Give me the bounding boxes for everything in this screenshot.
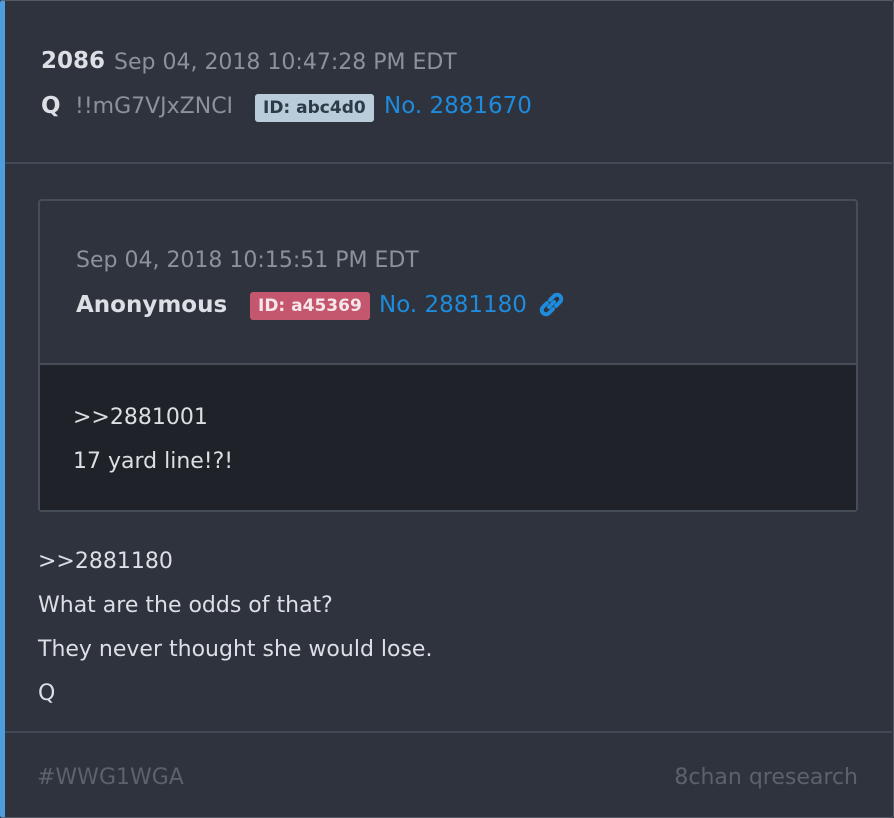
reply-ref[interactable]: >>2881180 (38, 549, 173, 574)
message-signature: Q (38, 681, 56, 706)
quoted-timestamp: Sep 04, 2018 10:15:51 PM EDT (76, 248, 419, 273)
q-post-card: 2086 Sep 04, 2018 10:47:28 PM EDT Q !!mG… (0, 0, 894, 818)
chain-link-icon[interactable] (536, 289, 566, 319)
quoted-text-line: 17 yard line!?! (73, 449, 234, 474)
quoted-post: Sep 04, 2018 10:15:51 PM EDT Anonymous I… (38, 199, 858, 512)
post-number-link[interactable]: No. 2881670 (384, 93, 532, 119)
post-footer: #WWG1WGA 8chan qresearch (5, 731, 892, 817)
post-author: Q (41, 93, 61, 119)
post-tripcode: !!mG7VJxZNCI (75, 94, 234, 119)
post-id-badge: ID: abc4d0 (255, 94, 374, 122)
quoted-author: Anonymous (76, 292, 228, 318)
post-timestamp: Sep 04, 2018 10:47:28 PM EDT (114, 50, 457, 75)
post-header: 2086 Sep 04, 2018 10:47:28 PM EDT Q !!mG… (5, 1, 892, 164)
source-label: 8chan qresearch (674, 765, 858, 790)
quoted-reply-ref[interactable]: >>2881001 (73, 405, 208, 430)
message-line: What are the odds of that? (38, 593, 333, 618)
message-line: They never thought she would lose. (38, 637, 433, 662)
quoted-body: >>2881001 17 yard line!?! (40, 363, 856, 510)
hashtag: #WWG1WGA (37, 765, 184, 790)
quoted-post-link[interactable]: No. 2881180 (379, 292, 527, 318)
post-number: 2086 (41, 48, 106, 74)
quoted-id-badge: ID: a45369 (250, 292, 370, 320)
